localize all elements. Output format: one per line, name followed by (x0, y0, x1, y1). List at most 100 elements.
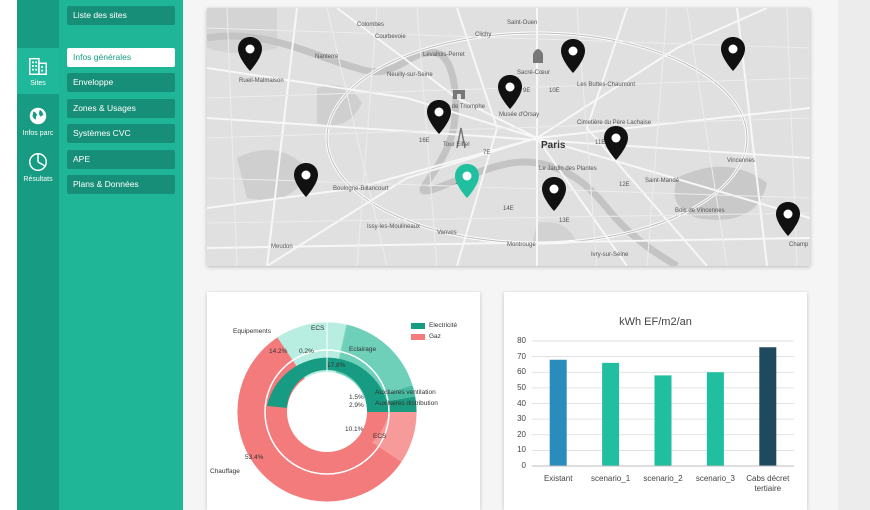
rail-label-resultats: Résultats (23, 176, 53, 183)
menu-item-liste-des-sites[interactable]: Liste des sites (67, 6, 175, 25)
y-tick-label: 30 (517, 414, 526, 424)
y-tick-label: 80 (517, 336, 526, 345)
map-label: Neuilly-sur-Seine (387, 72, 433, 78)
x-category-label: scenario_3 (695, 474, 735, 483)
map-label: 16E (419, 138, 430, 144)
map-label: 13E (559, 218, 570, 224)
donut-label: 14.2% (269, 348, 288, 355)
menu-item-ape[interactable]: APE (67, 150, 175, 169)
donut-label: 53.4% (245, 454, 264, 461)
rail-item-sites[interactable]: Sites (17, 48, 59, 94)
menu-item-zones-usages[interactable]: Zones & Usages (67, 99, 175, 118)
y-tick-label: 20 (517, 429, 526, 439)
donut-label: ECS (373, 433, 387, 440)
map-label: Nanterre (315, 54, 339, 60)
map-label: Levallois-Perret (423, 52, 465, 58)
legend-swatch (411, 322, 425, 329)
map-label: Bois de Vincennes (675, 208, 725, 214)
donut-label: 10.1% (345, 426, 364, 433)
map-label-paris: Paris (541, 140, 566, 151)
y-tick-label: 50 (517, 382, 526, 392)
map-pin-icon[interactable] (237, 36, 263, 72)
donut-label: Auxiliaires ventilation (375, 389, 436, 396)
map-label: Montrouge (507, 242, 536, 248)
legend-item-gaz: Gaz (411, 331, 457, 342)
y-tick-label: 0 (521, 461, 526, 470)
map-label: Meudon (271, 244, 293, 250)
y-tick-label: 10 (517, 445, 526, 455)
map-pin-icon[interactable] (560, 38, 586, 74)
x-category-label: scenario_1 (591, 474, 631, 483)
map-label: Les Buttes-Chaumont (577, 82, 636, 88)
map-pin-icon[interactable] (293, 162, 319, 198)
app-window: Sites Infos parc Résultats Liste des sit… (0, 0, 838, 510)
donut-label: Auxiliaires distribution (375, 400, 438, 407)
menu-item-enveloppe[interactable]: Enveloppe (67, 73, 175, 92)
map-label: Boulogne-Billancourt (333, 186, 389, 192)
x-category-label: Cabs décret tertiaire (746, 474, 790, 493)
energy-breakdown-donut-card: Equipements ECS 14.2% 0.2% Eclairage 17.… (207, 292, 480, 510)
map-pin-icon[interactable] (603, 125, 629, 161)
left-gutter (0, 0, 17, 510)
legend-item-electricite: Electricité (411, 320, 457, 331)
map-label: Le Jardin des Plantes (539, 166, 597, 172)
y-tick-label: 60 (517, 367, 526, 377)
bar-2[interactable] (654, 375, 672, 466)
map-pin-icon[interactable] (775, 201, 801, 237)
menu-item-systemes-cvc[interactable]: Systèmes CVC (67, 124, 175, 143)
donut-label: 1.5% (349, 394, 364, 401)
globe-icon (29, 107, 47, 125)
donut-legend: Electricité Gaz (411, 320, 457, 342)
x-category-label: scenario_2 (643, 474, 683, 483)
map-pin-selected-icon[interactable] (454, 163, 480, 199)
donut-label: 2.9% (349, 402, 364, 409)
donut-label: Eclairage (349, 346, 377, 353)
bar-3[interactable] (706, 372, 724, 466)
icon-rail: Sites Infos parc Résultats (17, 0, 59, 510)
menu-item-infos-generales[interactable]: Infos générales (67, 48, 175, 67)
map-label: Colombes (357, 22, 385, 28)
map-pin-icon[interactable] (497, 74, 523, 110)
legend-swatch (411, 333, 425, 340)
map-label: Vincennes (727, 158, 755, 164)
map-label: Ivry-sur-Seine (591, 252, 629, 258)
submenu-panel: Liste des sites Infos générales Envelopp… (59, 0, 183, 510)
rail-item-infos-parc[interactable]: Infos parc (17, 98, 59, 144)
map-label: 14E (503, 206, 514, 212)
donut-label: ECS (311, 325, 325, 332)
menu-item-plans-donnees[interactable]: Plans & Données (67, 175, 175, 194)
map-label: 7E (483, 150, 491, 156)
map-label: Clichy (475, 32, 492, 38)
rail-label-infos-parc: Infos parc (22, 130, 54, 137)
map-label: 12E (619, 182, 630, 188)
arc-de-triomphe-icon (453, 90, 465, 99)
main-content: Nanterre Colombes Courbevoie Levallois-P… (183, 0, 838, 510)
building-icon (29, 57, 47, 75)
map-label: Champ (789, 242, 809, 248)
legend-label: Electricité (429, 322, 458, 329)
map-pin-icon[interactable] (426, 99, 452, 135)
donut-label: Chauffage (210, 468, 240, 475)
map-label: Vanves (437, 230, 457, 236)
donut-label: 17.8% (327, 362, 346, 369)
sites-map[interactable]: Nanterre Colombes Courbevoie Levallois-P… (207, 8, 810, 266)
map-pin-icon[interactable] (541, 176, 567, 212)
x-category-label: Existant (543, 474, 573, 483)
map-label: Saint-Ouen (507, 20, 538, 26)
map-pin-icon[interactable] (720, 36, 746, 72)
bar-1[interactable] (602, 362, 620, 466)
y-tick-label: 40 (517, 398, 526, 408)
map-label: 10E (549, 88, 560, 94)
donut-label: Equipements (233, 328, 271, 335)
window-background (838, 0, 870, 510)
bar-4[interactable] (759, 347, 777, 466)
rail-item-resultats[interactable]: Résultats (17, 144, 59, 190)
rail-label-sites: Sites (30, 80, 46, 87)
donut-label: 0.2% (299, 348, 314, 355)
y-tick-label: 70 (517, 351, 526, 361)
bar-0[interactable] (549, 359, 567, 466)
map-label: Courbevoie (375, 34, 406, 40)
consumption-bar-chart-card: kWh EF/m2/an 0 10 20 30 40 50 60 70 80 Existant sc… (504, 292, 807, 510)
map-label: Saint-Mandé (645, 178, 680, 184)
map-label: Tour Eiffel (443, 142, 470, 148)
